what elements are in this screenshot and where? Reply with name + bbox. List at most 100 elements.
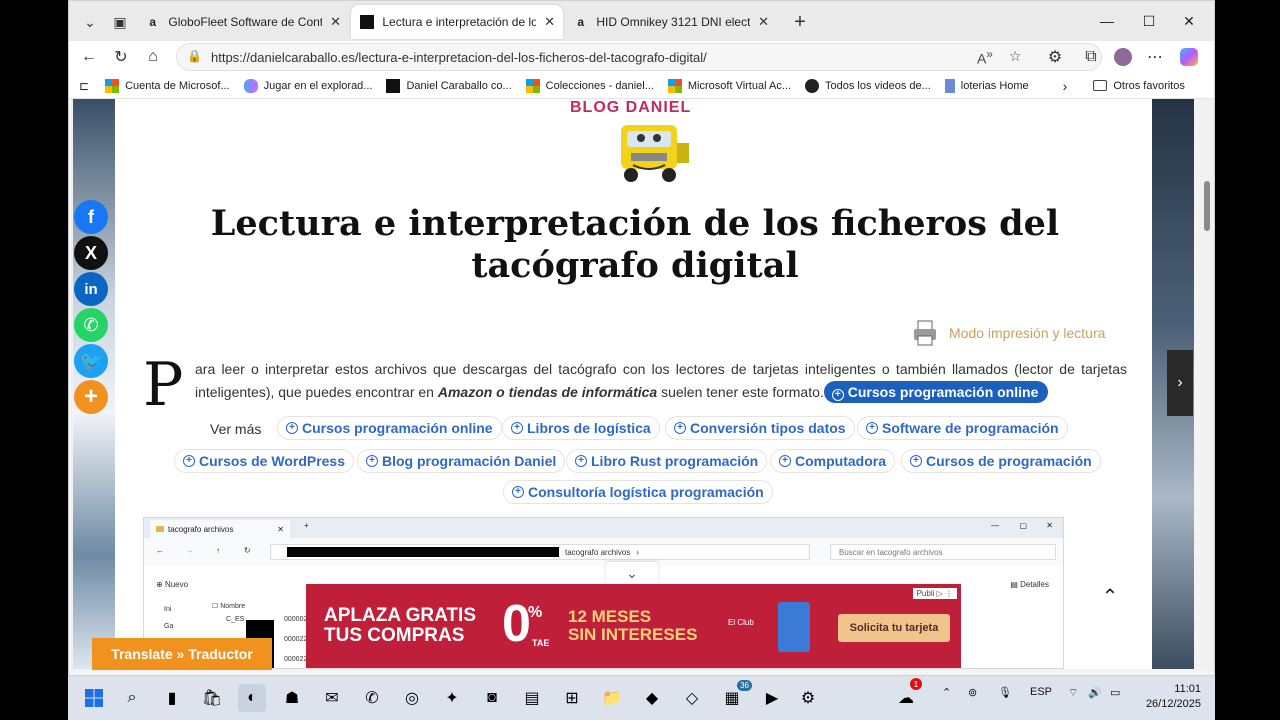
more-menu-icon[interactable]: ⋯ — [1141, 44, 1169, 70]
wifi-icon[interactable]: ⌔ — [1068, 686, 1078, 700]
scroll-to-top-icon[interactable]: ⌃ — [1096, 582, 1124, 610]
plus-circle-icon: + — [910, 455, 922, 467]
search-icon[interactable]: ⌕ — [118, 684, 146, 712]
refresh-icon: ↻ — [244, 546, 251, 555]
blog-logo-text[interactable]: BLOG DANIEL — [570, 99, 691, 117]
favorite-item[interactable]: Daniel Caraballo co... — [386, 78, 512, 93]
chrome-icon[interactable]: ◎ — [398, 684, 426, 712]
scrollbar-thumb[interactable] — [1204, 181, 1210, 231]
inline-link-pill[interactable]: + Cursos programación online — [823, 381, 1049, 403]
twitter-icon[interactable]: 🐦 — [74, 344, 108, 378]
windows-start-icon[interactable] — [80, 684, 108, 712]
ad-cta-button[interactable]: Solicita tu tarjeta — [838, 614, 950, 642]
related-chip[interactable]: + Cursos de WordPress — [174, 449, 355, 473]
page-scrollbar[interactable] — [1200, 99, 1214, 669]
prime-video-icon[interactable]: ▶ — [758, 684, 786, 712]
ver-mas-label: Ver más — [210, 421, 262, 437]
tray-chevron-icon[interactable]: ⌃ — [942, 686, 951, 699]
related-chip[interactable]: + Consultoría logística programación — [503, 480, 773, 504]
refresh-icon[interactable]: ↻ — [107, 44, 135, 70]
related-chip[interactable]: + Cursos programación online — [277, 416, 502, 440]
favorite-item[interactable]: Colecciones - daniel... — [525, 78, 654, 93]
close-tab-icon[interactable]: ✕ — [758, 14, 769, 30]
tab-actions-chevron-icon[interactable]: ⌄ — [77, 9, 103, 35]
close-icon: ✕ — [1046, 521, 1053, 530]
teams-icon[interactable]: ▦ 36 — [718, 680, 752, 712]
address-bar[interactable]: 🔒 https://danielcaraballo.es/lectura-e-i… — [176, 43, 1102, 71]
close-tab-icon[interactable]: ✕ — [330, 14, 341, 30]
related-chip[interactable]: + Conversión tipos datos — [665, 416, 855, 440]
whatsapp-icon[interactable]: ✆ — [74, 308, 108, 342]
screenshot-path: tacografo archivos — [565, 547, 631, 557]
related-chip[interactable]: + Software de programación — [857, 416, 1068, 440]
reader-app-icon[interactable]: ☗ — [278, 684, 306, 712]
ad-months: 12 MESES SIN INTERESES — [568, 608, 697, 644]
ad-collapse-chevron-icon[interactable]: ⌄ — [606, 562, 658, 584]
tab-lectura[interactable]: Lectura e interpretación de los fic ✕ — [351, 5, 563, 39]
clock[interactable]: 11:01 26/12/2025 — [1146, 682, 1201, 712]
favorite-item[interactable]: Microsoft Virtual Ac... — [667, 78, 791, 93]
weather-icon[interactable]: ☁ 1 — [892, 678, 922, 712]
url-text: https://danielcaraballo.es/lectura-e-int… — [211, 49, 707, 65]
remote-desktop-icon[interactable]: ⊞ — [558, 684, 586, 712]
task-view-icon[interactable]: ▮ — [158, 684, 186, 712]
microphone-icon[interactable]: 🎙 — [998, 686, 1012, 699]
home-icon[interactable]: ⌂ — [139, 44, 167, 70]
lock-icon: 🔒 — [187, 49, 202, 63]
back-arrow-icon[interactable]: ← — [75, 44, 103, 70]
screenshot-address: tacografo archivos › — [270, 544, 810, 560]
outlook-icon[interactable]: ✉ — [318, 684, 346, 712]
read-aloud-icon[interactable]: A» — [977, 48, 993, 67]
translate-widget[interactable]: Translate » Traductor — [92, 638, 272, 670]
tab-hid-omnikey[interactable]: a HID Omnikey 3121 DNI electrónic ✕ — [565, 7, 777, 37]
extensions-icon[interactable]: ⚙ — [1041, 44, 1069, 70]
visual-studio-icon[interactable]: ◆ — [638, 684, 666, 712]
workspaces-icon[interactable]: ▣ — [107, 9, 133, 35]
maximize-icon[interactable]: ☐ — [1129, 7, 1169, 35]
network-alt-icon[interactable]: ⊚ — [968, 686, 977, 699]
advertisement-banner[interactable]: APLAZA GRATIS TUS COMPRAS 0 % TAE 12 MESE… — [306, 584, 961, 668]
file-explorer-icon[interactable]: 📁 — [598, 684, 626, 712]
close-tab-icon[interactable]: ✕ — [544, 14, 555, 30]
other-favorites[interactable]: Otros favoritos — [1093, 80, 1185, 92]
ad-label[interactable]: Publi ▷ ⋮ — [912, 588, 957, 599]
close-window-icon[interactable]: ✕ — [1169, 7, 1209, 35]
favorites-toggle-icon[interactable]: ⊏ — [79, 79, 89, 93]
vscode-icon[interactable]: ◇ — [678, 684, 706, 712]
related-chip[interactable]: + Computadora — [770, 449, 895, 473]
x-icon[interactable]: X — [74, 236, 108, 270]
chevron-right-icon[interactable]: › — [1063, 78, 1068, 94]
ad-line: APLAZA GRATIS — [324, 605, 476, 626]
app-icon[interactable]: ▤ — [518, 684, 546, 712]
favorite-star-icon[interactable]: ☆ — [1009, 48, 1022, 65]
facebook-icon[interactable]: f — [74, 200, 108, 234]
next-post-arrow-icon[interactable]: › — [1167, 350, 1193, 416]
camera-icon[interactable]: ◙ — [478, 684, 506, 712]
favorite-item[interactable]: loterias Home — [944, 78, 1029, 93]
linkedin-icon[interactable]: in — [74, 272, 108, 306]
copilot-icon[interactable] — [1175, 44, 1203, 70]
profile-avatar[interactable] — [1109, 44, 1137, 70]
edge-icon[interactable]: ◐ — [238, 684, 266, 712]
language-indicator[interactable]: ESP — [1030, 686, 1052, 698]
tab-globofleet[interactable]: a GloboFleet Software de Control d ✕ — [137, 7, 349, 37]
print-mode-link[interactable]: Modo impresión y lectura — [911, 319, 1105, 347]
related-chip[interactable]: + Libro Rust programación — [566, 449, 768, 473]
store-icon[interactable]: 🛍 — [198, 684, 226, 712]
favorite-item[interactable]: Todos los videos de... — [805, 78, 931, 93]
volume-icon[interactable]: 🔊 — [1088, 686, 1102, 699]
related-chip[interactable]: + Blog programación Daniel — [357, 449, 566, 473]
more-share-plus-icon[interactable]: + — [74, 380, 108, 414]
screenshot-icon[interactable]: ⧉ — [1077, 44, 1105, 70]
favorite-item[interactable]: Cuenta de Microsof... — [105, 78, 230, 93]
favorite-item[interactable]: Jugar en el explorad... — [243, 78, 372, 93]
whatsapp-icon[interactable]: ✆ — [358, 684, 386, 712]
truck-logo-icon[interactable] — [611, 121, 691, 185]
minimize-icon[interactable]: — — [1087, 7, 1127, 35]
copilot-icon[interactable]: ✦ — [438, 684, 466, 712]
related-chip[interactable]: + Cursos de programación — [901, 449, 1101, 473]
new-tab-plus-icon[interactable]: + — [787, 9, 813, 35]
battery-icon[interactable]: ▭ — [1110, 686, 1120, 699]
settings-icon[interactable]: ⚙ — [794, 684, 822, 712]
related-chip[interactable]: + Libros de logística — [502, 416, 660, 440]
